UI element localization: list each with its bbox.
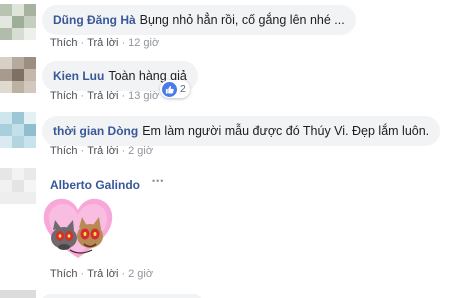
comment-time[interactable]: 13 giờ — [128, 90, 159, 102]
comment-time[interactable]: 2 giờ — [128, 268, 153, 280]
avatar[interactable] — [0, 57, 36, 93]
like-link[interactable]: Thích — [50, 37, 78, 49]
cats-in-heart-sticker — [40, 194, 116, 262]
comment-bubble: Dũng Đăng Hà Bụng nhỏ hẳn rồi, cố gắng lê… — [42, 5, 356, 35]
reply-link[interactable]: Trả lời — [87, 145, 118, 157]
comment-actions: Thích · Trả lời · 2 giờ — [50, 268, 153, 280]
comment-text: Em làm người mẫu được đó Thúy Vi. Đẹp lắ… — [142, 124, 430, 138]
comment-author[interactable]: thời gian Dòng — [53, 124, 138, 138]
comment-bubble — [42, 294, 202, 298]
reply-link[interactable]: Trả lời — [87, 268, 118, 280]
comment-author[interactable]: Alberto Galindo — [50, 178, 140, 192]
comment-author-line: Alberto Galindo — [50, 178, 140, 192]
avatar[interactable] — [0, 168, 36, 204]
separator-dot: · — [80, 90, 85, 102]
reaction-count: 2 — [180, 83, 186, 95]
reply-link[interactable]: Trả lời — [87, 37, 118, 49]
comment-time[interactable]: 12 giờ — [128, 37, 159, 49]
comment-text: Bụng nhỏ hẳn rồi, cố gắng lên nhé ... — [139, 13, 345, 27]
comment-bubble: thời gian Dòng Em làm người mẫu được đó T… — [42, 116, 441, 146]
separator-dot: · — [121, 268, 126, 280]
like-link[interactable]: Thích — [50, 268, 78, 280]
like-link[interactable]: Thích — [50, 90, 78, 102]
separator-dot: · — [80, 37, 85, 49]
separator-dot: · — [121, 145, 126, 157]
comment-time[interactable]: 2 giờ — [128, 145, 153, 157]
separator-dot: · — [80, 145, 85, 157]
separator-dot: · — [121, 90, 126, 102]
comment-actions: Thích · Trả lời · 2 giờ — [50, 145, 153, 157]
like-link[interactable]: Thích — [50, 145, 78, 157]
separator-dot: · — [80, 268, 85, 280]
next-comment-partial — [0, 290, 457, 298]
comment-actions: Thích · Trả lời · 12 giờ — [50, 37, 159, 49]
like-reaction-icon — [162, 81, 177, 97]
comment-author[interactable]: Dũng Đăng Hà — [53, 13, 136, 27]
reaction-summary[interactable]: 2 — [160, 80, 190, 98]
avatar[interactable] — [0, 4, 36, 40]
comment-author[interactable]: Kien Luu — [53, 69, 104, 83]
more-options-icon[interactable]: ••• — [152, 176, 164, 186]
reply-link[interactable]: Trả lời — [87, 90, 118, 102]
avatar[interactable] — [0, 290, 36, 298]
comment-actions: Thích · Trả lời · 13 giờ — [50, 90, 159, 102]
separator-dot: · — [121, 37, 126, 49]
avatar[interactable] — [0, 112, 36, 148]
